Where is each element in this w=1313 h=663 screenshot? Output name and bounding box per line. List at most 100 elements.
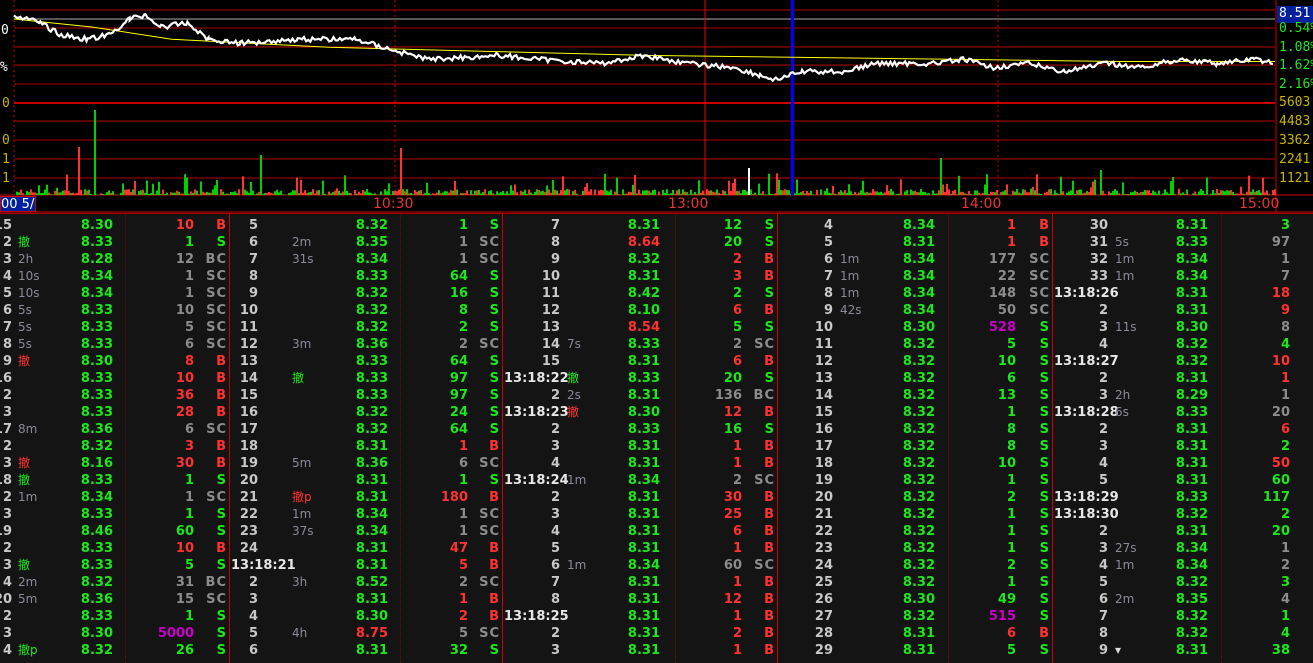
tick-volume: 8 <box>1281 319 1290 336</box>
tick-row[interactable]: 311s8.308B <box>0 319 1313 336</box>
volume-bar <box>80 190 82 195</box>
volume-bar <box>926 193 928 195</box>
volume-bar <box>1262 178 1264 195</box>
tick-price: 8.35 <box>1176 591 1208 608</box>
volume-bar <box>396 191 398 195</box>
volume-bar <box>1248 176 1250 195</box>
tick-row[interactable]: 88.324 <box>0 625 1313 642</box>
volume-bar <box>210 193 212 195</box>
tick-row[interactable]: 13:18:308.322 <box>0 506 1313 523</box>
tick-row[interactable]: 327s8.341S <box>0 540 1313 557</box>
volume-bar <box>668 194 670 195</box>
tick-row[interactable]: 28.316 <box>0 421 1313 438</box>
volume-bar <box>1152 190 1154 195</box>
tick-row[interactable]: 41m8.342S <box>0 557 1313 574</box>
volume-bar <box>1216 189 1218 195</box>
tick-row[interactable]: 331m8.347S <box>0 268 1313 285</box>
volume-bar <box>912 191 914 195</box>
volume-bar <box>846 193 848 195</box>
volume-bar <box>508 194 510 195</box>
tick-row[interactable]: 58.3160 <box>0 472 1313 489</box>
volume-bar <box>140 190 142 195</box>
volume-bar <box>456 189 458 195</box>
tick-price: 8.32 <box>1176 625 1208 642</box>
volume-bar <box>380 191 382 195</box>
volume-bar <box>854 192 856 195</box>
tick-row[interactable]: 38.312 <box>0 438 1313 455</box>
tick-row[interactable]: 48.3150 <box>0 455 1313 472</box>
volume-bar <box>1200 189 1202 195</box>
tick-row[interactable]: 308.313 <box>0 217 1313 234</box>
volume-bar <box>222 192 224 195</box>
volume-bar <box>324 194 326 195</box>
volume-bar <box>362 190 364 195</box>
tick-detail-table[interactable]: 158.3010B2撤8.331S32h8.2812BC410s8.341SC5… <box>0 213 1313 663</box>
volume-bar <box>78 147 80 195</box>
tick-row[interactable]: 13:18:298.33117 <box>0 489 1313 506</box>
tick-row[interactable]: 315s8.3397S <box>0 234 1313 251</box>
volume-bar <box>1014 192 1016 195</box>
volume-bar <box>1094 180 1096 195</box>
volume-bar <box>954 190 956 195</box>
volume-bar <box>924 192 926 195</box>
tick-row[interactable]: 28.3120 <box>0 523 1313 540</box>
volume-bar <box>612 194 614 195</box>
volume-bar <box>1182 192 1184 195</box>
tick-row[interactable]: 48.324 <box>0 336 1313 353</box>
volume-bar <box>892 191 894 195</box>
volume-bar <box>894 194 896 195</box>
volume-bar <box>1058 194 1060 195</box>
tick-row[interactable]: 321m8.341S <box>0 251 1313 268</box>
volume-bar <box>810 191 812 195</box>
volume-bar <box>628 192 630 195</box>
volume-bar <box>514 184 516 195</box>
volume-bar <box>950 194 952 195</box>
tick-row[interactable]: 13:18:278.3210 <box>0 353 1313 370</box>
volume-bar <box>944 192 946 195</box>
tick-row[interactable]: 28.319 <box>0 302 1313 319</box>
volume-bar <box>490 190 492 195</box>
volume-bar <box>688 194 690 195</box>
volume-bar <box>806 191 808 195</box>
volume-bar <box>744 190 746 195</box>
left-axis-label: 0 <box>2 97 10 111</box>
volume-bar <box>650 193 652 195</box>
tick-row[interactable]: 9▾8.3138 <box>0 642 1313 659</box>
volume-bar <box>918 192 920 195</box>
volume-bar <box>670 193 672 195</box>
volume-bar <box>1070 190 1072 195</box>
tick-sequence: 2 <box>1099 421 1108 438</box>
tick-sequence: 30 <box>1090 217 1108 234</box>
time-axis-label: 15:00 <box>1239 196 1279 212</box>
tick-row[interactable]: 78.321 <box>0 608 1313 625</box>
tick-sequence: 5 <box>1099 472 1108 489</box>
volume-bar <box>798 193 800 195</box>
tick-row[interactable]: 13:18:286s8.3320S <box>0 404 1313 421</box>
tick-row[interactable]: 28.311 <box>0 370 1313 387</box>
tick-sequence: 4 <box>1099 557 1108 574</box>
volume-bar <box>860 190 862 195</box>
volume-bar <box>132 190 134 195</box>
tick-price: 8.31 <box>1176 455 1208 472</box>
tick-volume: 6 <box>1281 421 1290 438</box>
volume-bar <box>1110 193 1112 195</box>
volume-bar <box>360 193 362 195</box>
volume-bar <box>700 193 702 195</box>
volume-bar <box>1240 187 1242 195</box>
tick-sequence: 32 <box>1090 251 1108 268</box>
tick-row[interactable]: 32h8.291B <box>0 387 1313 404</box>
tick-row[interactable]: 58.323 <box>0 574 1313 591</box>
volume-bar <box>1130 192 1132 195</box>
volume-bar <box>1104 194 1106 195</box>
tick-sequence: 3 <box>1099 540 1108 557</box>
volume-bar <box>754 193 756 195</box>
tick-price: 8.31 <box>1176 302 1208 319</box>
volume-bar <box>530 192 532 195</box>
volume-bar <box>1012 191 1014 195</box>
volume-bar <box>726 194 728 195</box>
tick-row[interactable]: 62m8.354S <box>0 591 1313 608</box>
intraday-chart[interactable]: 8.51 0.54% 1.08% 1.62% 2.16% 5603 4483 3… <box>0 0 1313 213</box>
volume-bar <box>188 194 190 195</box>
volume-bar <box>1060 177 1062 195</box>
tick-row[interactable]: 13:18:268.3118 <box>0 285 1313 302</box>
